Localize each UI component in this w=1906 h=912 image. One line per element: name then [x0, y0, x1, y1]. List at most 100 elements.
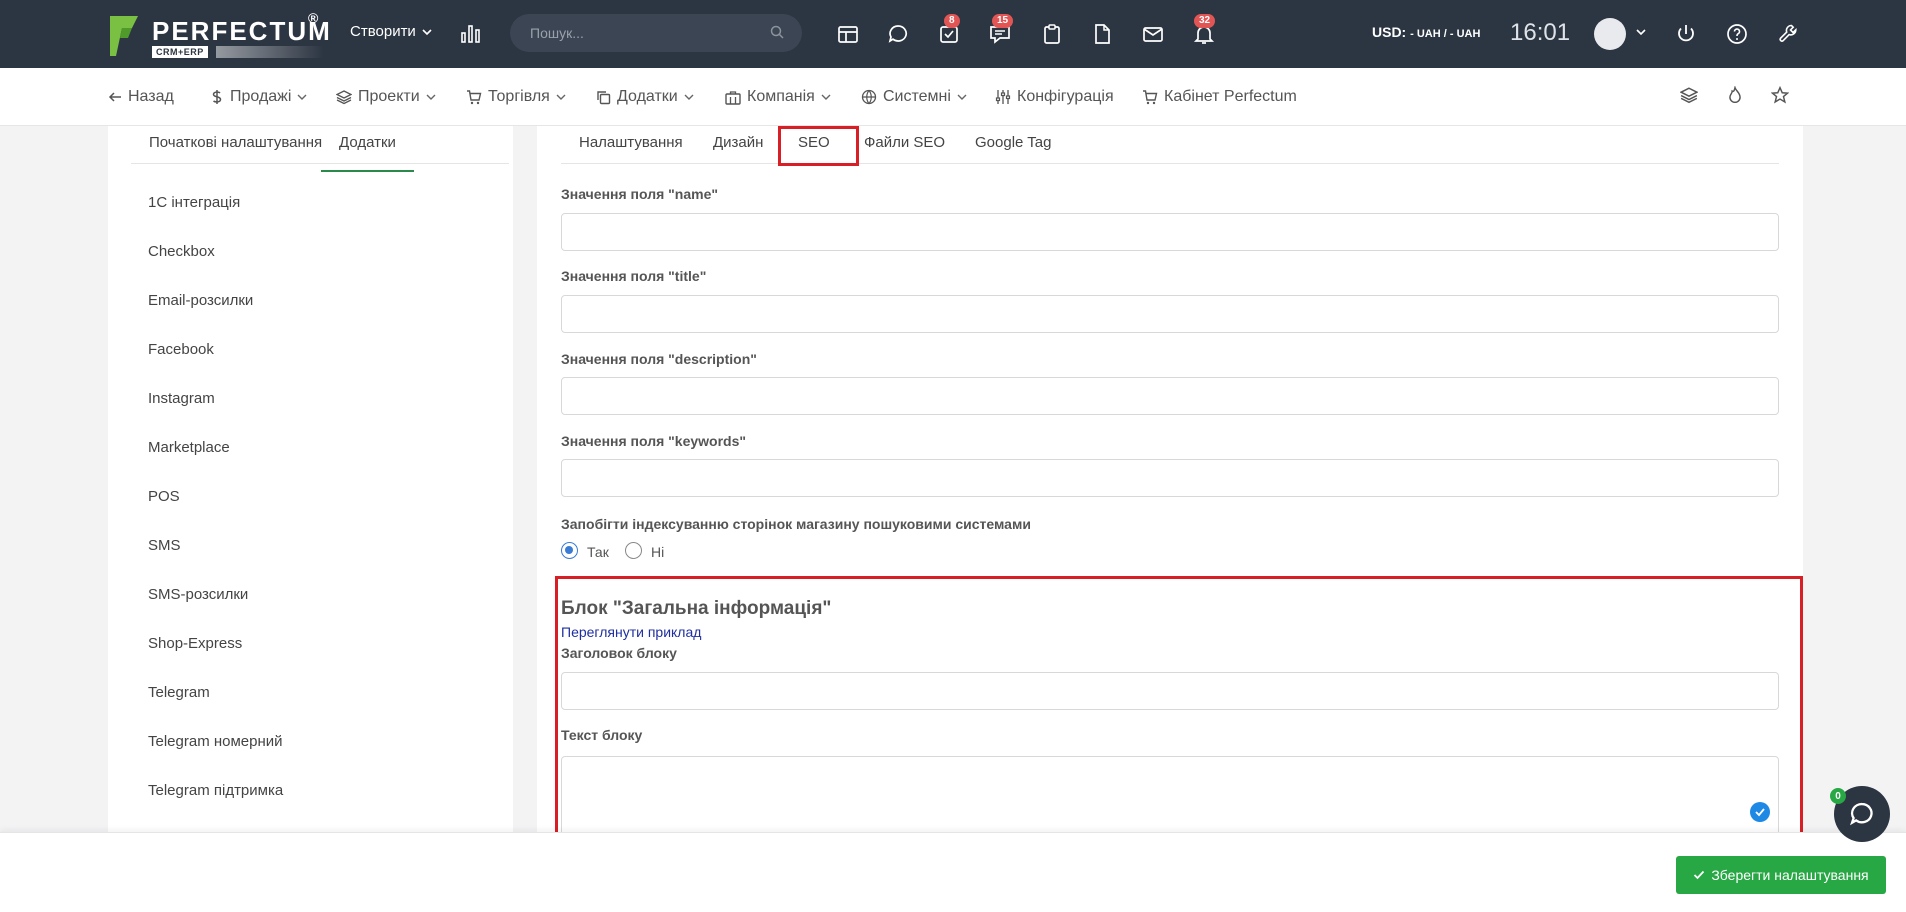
chevron-down-icon	[684, 94, 694, 100]
sidebar-item-facebook[interactable]: Facebook	[148, 341, 214, 358]
layers-icon[interactable]	[1680, 86, 1698, 104]
sidebar-item-telegram-number[interactable]: Telegram номерний	[148, 733, 283, 750]
chevron-down-icon	[422, 28, 432, 35]
general-info-block-title: Блок "Загальна інформація"	[561, 598, 832, 619]
addons-sidebar: Початкові налаштування Додатки 1С інтегр…	[108, 126, 513, 846]
notifications-badge: 32	[1194, 14, 1216, 28]
tab-design[interactable]: Дизайн	[713, 134, 763, 151]
sidebar-item-checkbox[interactable]: Checkbox	[148, 243, 215, 260]
tasks-badge: 8	[944, 14, 960, 28]
nav-cabinet[interactable]: Кабінет Perfectum	[1142, 88, 1297, 106]
perfectum-logo[interactable]: PERFECTUM ® CRM+ERP	[108, 10, 330, 58]
nav-sales[interactable]: Продажі	[210, 88, 307, 106]
nav-addons[interactable]: Додатки	[596, 88, 694, 106]
star-icon[interactable]	[1771, 86, 1789, 104]
keywords-field[interactable]	[561, 459, 1779, 497]
logo-underline	[216, 46, 324, 58]
user-avatar[interactable]	[1594, 18, 1626, 50]
title-field-label: Значення поля "title"	[561, 268, 707, 284]
name-field-label: Значення поля "name"	[561, 186, 719, 202]
title-field[interactable]	[561, 295, 1779, 333]
create-dropdown[interactable]: Створити	[350, 23, 432, 40]
logo-subtitle: CRM+ERP	[152, 46, 208, 58]
settings-tabs: Налаштування Дизайн SEO Файли SEO Google…	[561, 126, 1779, 164]
radio-yes[interactable]	[561, 542, 578, 559]
prevent-indexing-label: Запобігти індексуванню сторінок магазину…	[561, 516, 1031, 532]
nav-company-label: Компанія	[747, 88, 815, 105]
radio-no[interactable]	[625, 542, 642, 559]
nav-projects-label: Проекти	[358, 88, 420, 105]
nav-addons-label: Додатки	[617, 88, 678, 105]
tab-initial-settings[interactable]: Початкові налаштування	[131, 134, 340, 164]
sidebar-item-email[interactable]: Email-розсилки	[148, 292, 253, 309]
sidebar-item-sms[interactable]: SMS	[148, 537, 181, 554]
cart-icon	[1143, 90, 1158, 105]
name-field[interactable]	[561, 213, 1779, 251]
nav-system[interactable]: Системні	[861, 88, 967, 106]
flame-icon[interactable]	[1726, 86, 1744, 104]
sidebar-item-pos[interactable]: POS	[148, 488, 180, 505]
tab-settings[interactable]: Налаштування	[579, 134, 683, 151]
block-heading-field[interactable]	[561, 672, 1779, 710]
mail-icon[interactable]	[1141, 22, 1165, 46]
nav-back[interactable]: Назад	[108, 88, 174, 106]
layers-icon	[336, 90, 352, 105]
help-icon[interactable]	[1725, 22, 1749, 46]
sidebar-item-instagram[interactable]: Instagram	[148, 390, 215, 407]
tab-addons[interactable]: Додатки	[321, 134, 414, 172]
save-settings-button[interactable]: Зберегти налаштування	[1676, 856, 1886, 894]
chevron-down-icon	[426, 94, 436, 100]
search-icon[interactable]	[770, 25, 784, 39]
chat-bubble-icon[interactable]	[886, 22, 910, 46]
nav-config[interactable]: Конфігурація	[995, 88, 1114, 106]
nav-cabinet-label: Кабінет Perfectum	[1164, 88, 1297, 105]
calendar-board-icon[interactable]	[836, 22, 860, 46]
currency-label: USD:	[1372, 24, 1407, 40]
document-icon[interactable]	[1090, 22, 1114, 46]
chevron-down-icon	[821, 94, 831, 100]
seo-settings-panel: Налаштування Дизайн SEO Файли SEO Google…	[537, 126, 1803, 846]
sidebar-item-shop-express[interactable]: Shop-Express	[148, 635, 242, 652]
view-example-link[interactable]: Переглянути приклад	[561, 624, 701, 640]
bar-chart-icon[interactable]	[460, 22, 482, 44]
block-text-label: Текст блоку	[561, 727, 643, 743]
check-icon	[1694, 870, 1705, 880]
nav-sales-label: Продажі	[230, 88, 292, 105]
chevron-down-icon[interactable]	[1636, 27, 1646, 37]
currency-value: - UAH / - UAH	[1410, 28, 1481, 40]
nav-trade[interactable]: Торгівля	[466, 88, 566, 106]
tab-seo[interactable]: SEO	[798, 134, 830, 151]
nav-trade-label: Торгівля	[488, 88, 550, 105]
tab-seo-files[interactable]: Файли SEO	[864, 134, 945, 151]
block-heading-label: Заголовок блоку	[561, 645, 677, 661]
nav-back-label: Назад	[128, 88, 174, 105]
sidebar-item-marketplace[interactable]: Marketplace	[148, 439, 230, 456]
logo-mark-icon	[110, 16, 138, 56]
main-navigation: Назад Продажі Проекти Торгівля Додатки К…	[0, 68, 1906, 126]
wrench-icon[interactable]	[1777, 22, 1801, 46]
grammar-check-icon[interactable]	[1750, 802, 1770, 822]
sidebar-item-telegram[interactable]: Telegram	[148, 684, 210, 701]
nav-config-label: Конфігурація	[1017, 88, 1114, 105]
chat-badge: 15	[992, 14, 1014, 28]
nav-projects[interactable]: Проекти	[336, 88, 436, 106]
keywords-field-label: Значення поля "keywords"	[561, 433, 747, 449]
nav-system-label: Системні	[883, 88, 951, 105]
create-label: Створити	[350, 23, 416, 40]
dollar-icon	[212, 90, 222, 104]
power-icon[interactable]	[1674, 22, 1698, 46]
radio-no-label: Ні	[651, 544, 665, 560]
tab-google-tag[interactable]: Google Tag	[975, 134, 1051, 151]
logo-registered-mark: ®	[308, 10, 319, 26]
currency-rate: USD: - UAH / - UAH	[1372, 24, 1480, 40]
chevron-down-icon	[297, 94, 307, 100]
search-input[interactable]	[510, 14, 802, 52]
sidebar-item-telegram-support[interactable]: Telegram підтримка	[148, 782, 283, 799]
arrow-left-icon	[108, 92, 121, 102]
clipboard-icon[interactable]	[1040, 22, 1064, 46]
nav-company[interactable]: Компанія	[725, 88, 831, 106]
description-field[interactable]	[561, 377, 1779, 415]
sidebar-item-1c[interactable]: 1С інтеграція	[148, 194, 240, 211]
chevron-down-icon	[556, 94, 566, 100]
sidebar-item-sms-mailing[interactable]: SMS-розсилки	[148, 586, 248, 603]
